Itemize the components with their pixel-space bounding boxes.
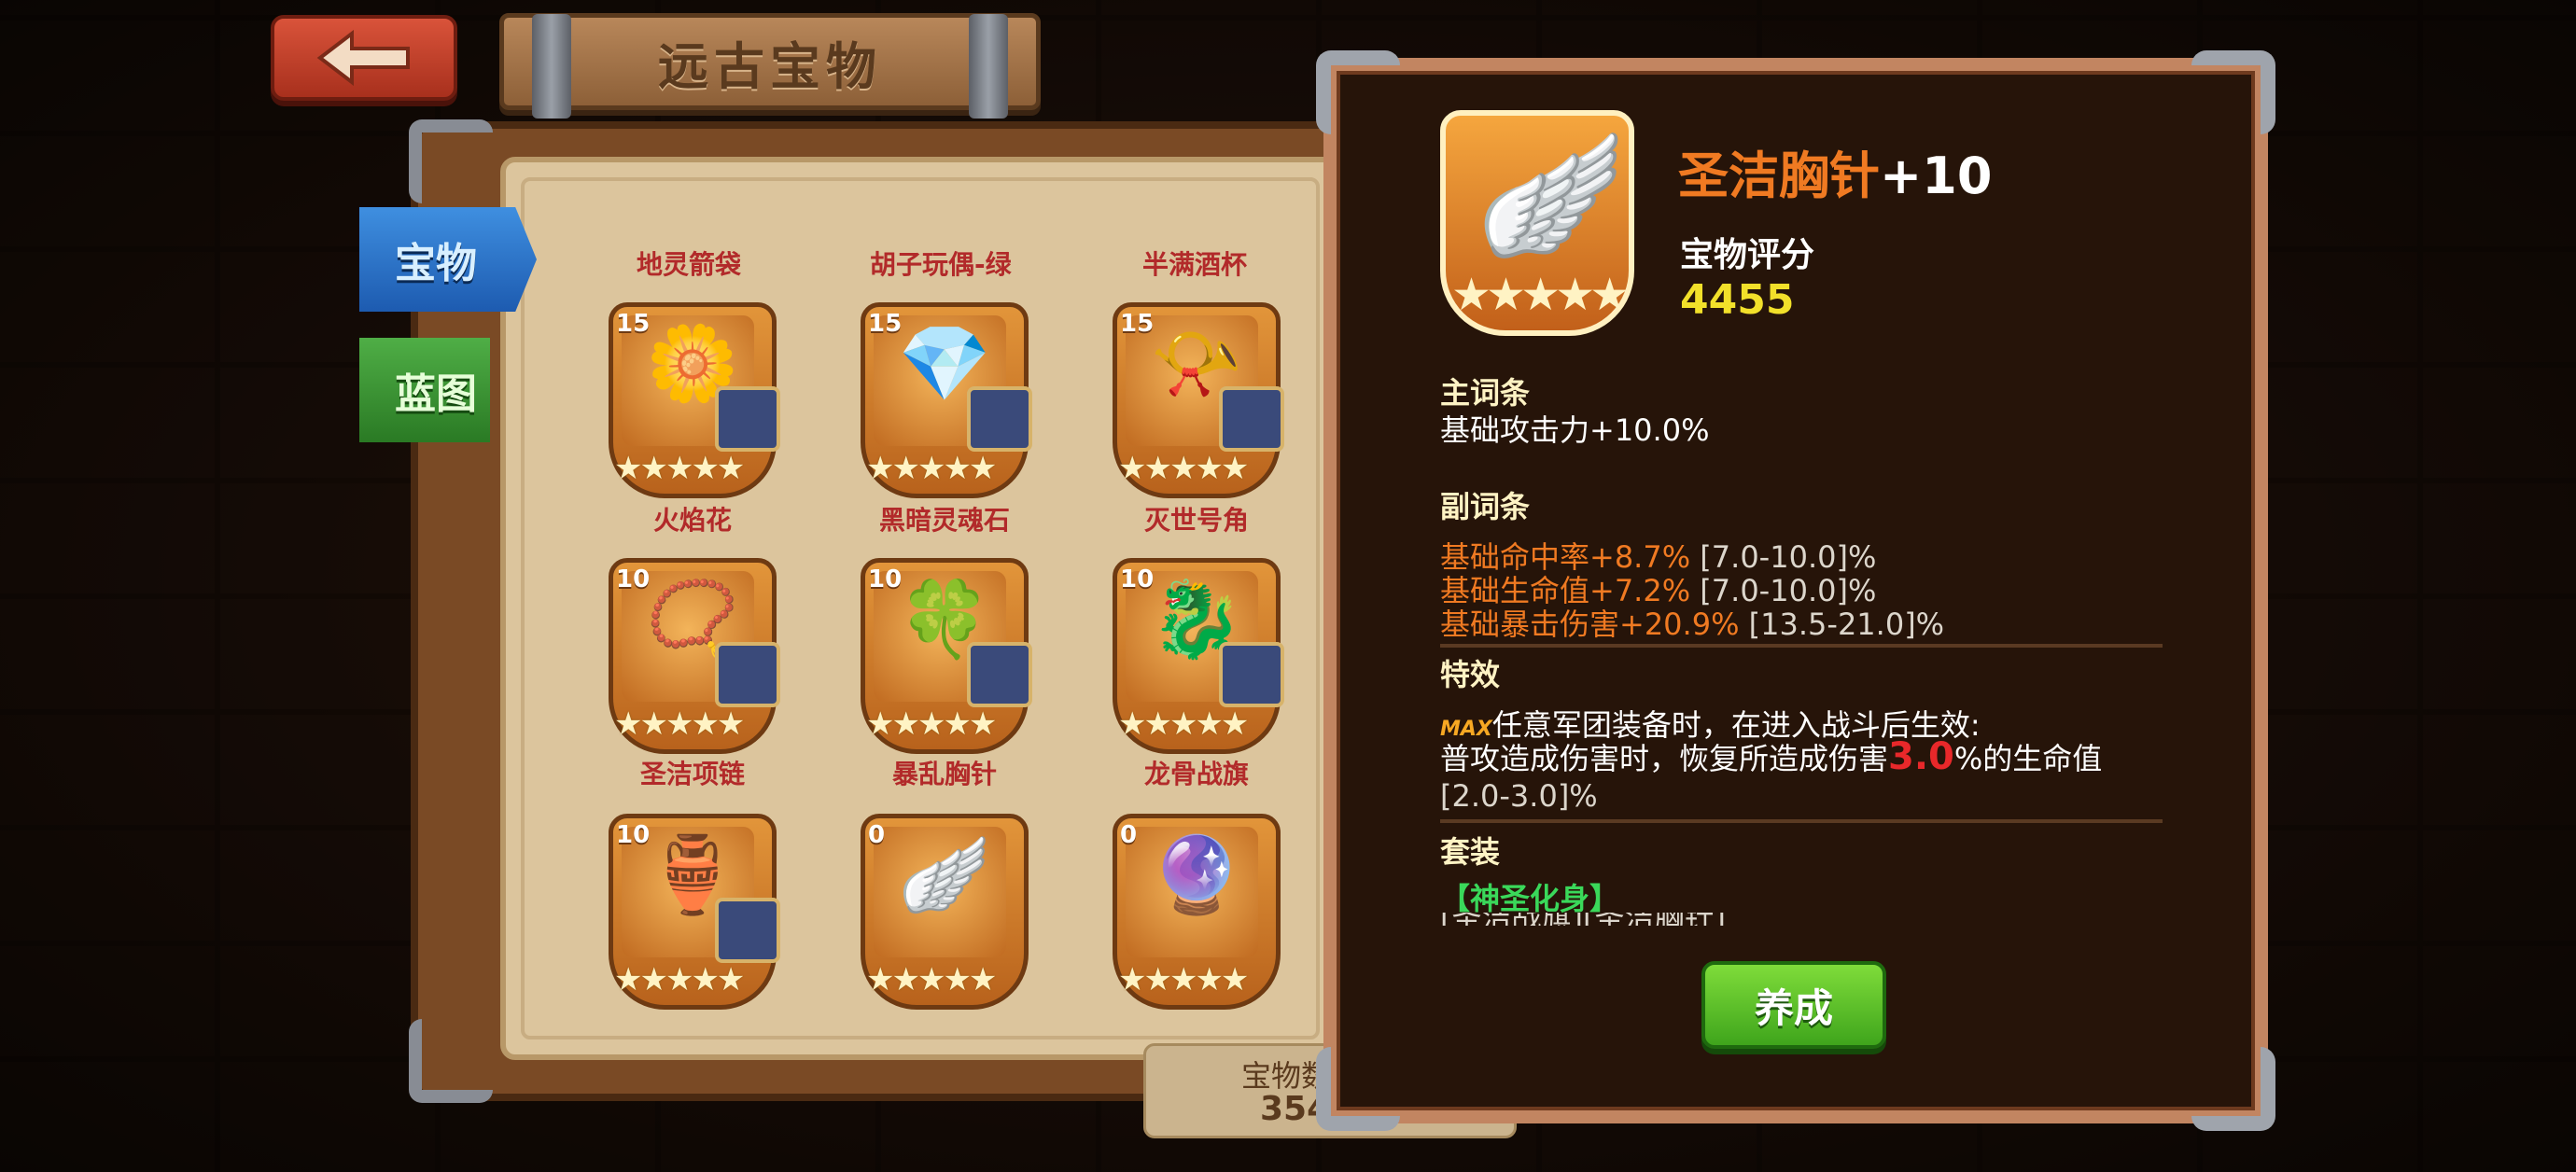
item-level: 0 [868,821,886,849]
treasure-card-selected[interactable]: 🪽 0 ★★★★★ [861,814,1029,1010]
item-name-label: 地灵箭袋 [637,249,742,280]
tab-blueprint[interactable]: 蓝图 [359,338,490,442]
star-rating-icon: ★★★★★ [614,705,745,743]
metal-corner-icon [2191,1047,2275,1131]
metal-corner-icon [409,119,493,203]
item-name-label: 圣洁项链 [639,759,745,789]
set-members-clipped: [圣洁战旗][圣洁胸针] [1440,913,1739,926]
troop-portrait-icon [715,898,780,963]
item-level: 10 [868,565,903,593]
winged-brooch-icon: 🪽 [898,831,991,918]
treasure-card[interactable]: 📯 15 ★★★★★ [1113,302,1284,498]
metal-corner-icon [409,1019,493,1103]
item-name-label: 半满酒杯 [1142,249,1248,280]
treasure-card[interactable]: 📿 10 ★★★★★ [609,558,780,754]
item-level: 15 [616,310,651,338]
sub-stat-header: 副词条 [1440,489,1531,524]
section-divider [1440,644,2163,648]
main-stat-value: 基础攻击力+10.0% [1440,412,1710,448]
back-button[interactable] [271,15,457,101]
effect-line-2: 普攻造成伤害时，恢复所造成伤害3.0%的生命值 [1440,735,2103,778]
item-name-label: 黑暗灵魂石 [878,505,1010,536]
item-name-label: 灭世号角 [1143,505,1249,536]
sub-stat-row: 基础暴击伤害+20.9% [13.5-21.0]% [1440,607,1945,642]
treasure-card[interactable]: 🐉 10 ★★★★★ [1113,558,1284,754]
star-rating-icon: ★★★★★ [866,450,997,487]
troop-portrait-icon [715,386,780,452]
treasure-name: 圣洁胸针 [1678,146,1880,205]
item-name-label: 火焰花 [652,505,732,536]
winged-brooch-icon: 🪽 [1476,124,1627,266]
star-rating-icon: ★★★★★ [614,961,745,998]
train-button[interactable]: 养成 [1701,961,1886,1049]
back-arrow-icon [316,30,410,86]
effect-range: [2.0-3.0]% [1440,778,1598,814]
star-rating-icon: ★★★★★ [866,961,997,998]
metal-corner-icon [1316,50,1400,134]
section-divider [1440,819,2163,823]
item-level: 10 [1120,565,1155,593]
rivet-icon [969,14,1008,119]
troop-portrait-icon [715,642,780,707]
title-plank: 远古宝物 [499,13,1041,119]
troop-portrait-icon [1219,386,1284,452]
set-header: 套装 [1440,834,1501,870]
star-rating-icon: ★★★★★ [614,450,745,487]
orb-staff-icon: 🔮 [1150,831,1243,918]
item-level: 15 [868,310,903,338]
treasure-card[interactable]: 🔮 0 ★★★★★ [1113,814,1281,1010]
effect-header: 特效 [1440,657,1501,692]
troop-portrait-icon [967,386,1032,452]
star-rating-icon: ★★★★★ [1118,450,1249,487]
item-level: 0 [1120,821,1138,849]
treasure-card[interactable]: 🍀 10 ★★★★★ [861,558,1032,754]
score-label: 宝物评分 [1680,236,1815,274]
treasure-level: +10 [1880,146,1993,205]
item-level: 15 [1120,310,1155,338]
selected-treasure-icon: 🪽 ★★★★★ [1440,110,1634,336]
item-name-label: 龙骨战旗 [1143,759,1249,789]
metal-corner-icon [2191,50,2275,134]
rivet-icon [532,14,571,119]
troop-portrait-icon [1219,642,1284,707]
item-name-label: 暴乱胸针 [891,759,997,789]
tab-treasure[interactable]: 宝物 [359,207,537,312]
score-value: 4455 [1680,276,1795,324]
star-rating-icon: ★★★★★ [1118,961,1249,998]
treasure-card[interactable]: 🌼 15 ★★★★★ [609,302,780,498]
item-level: 10 [616,821,651,849]
star-rating-icon: ★★★★★ [1451,269,1630,321]
page-title: 远古宝物 [658,36,882,96]
star-rating-icon: ★★★★★ [866,705,997,743]
metal-corner-icon [1316,1047,1400,1131]
item-name-label: 胡子玩偶-绿 [870,249,1012,280]
item-level: 10 [616,565,651,593]
treasure-card[interactable]: 💎 15 ★★★★★ [861,302,1032,498]
star-rating-icon: ★★★★★ [1118,705,1249,743]
effect-value: 3.0 [1888,735,1954,778]
treasure-title: 圣洁胸针+10 [1678,134,1992,208]
troop-portrait-icon [967,642,1032,707]
treasure-card[interactable]: 🏺 10 ★★★★★ [609,814,780,1010]
